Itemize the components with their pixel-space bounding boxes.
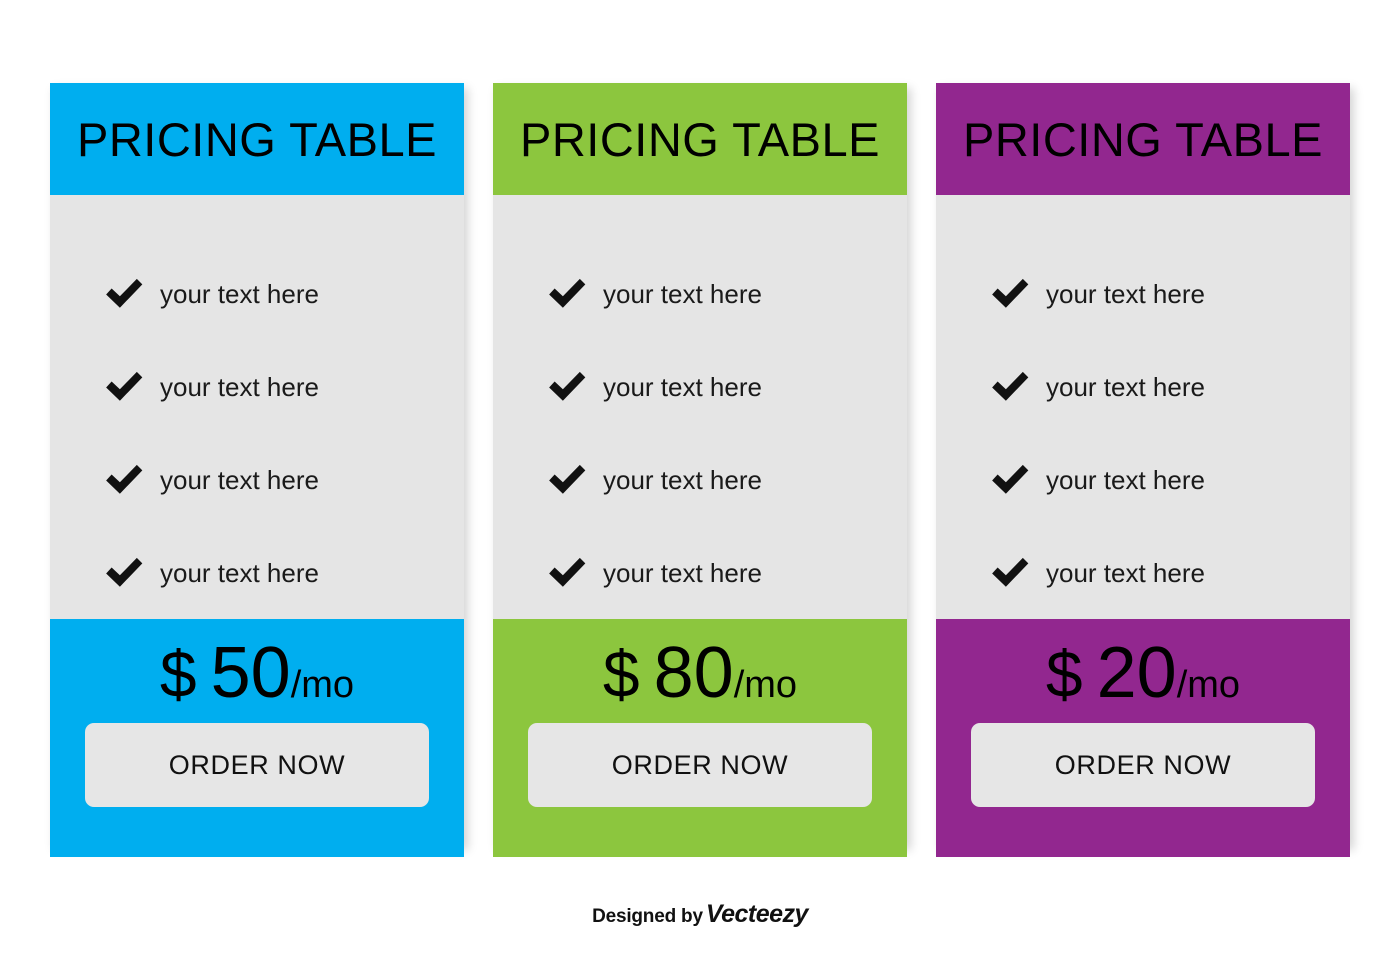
check-icon	[545, 272, 589, 316]
order-now-button[interactable]: ORDER NOW	[85, 723, 429, 807]
price-amount: 50	[210, 633, 291, 713]
check-icon	[988, 365, 1032, 409]
check-icon	[102, 551, 146, 595]
feature-label: your text here	[603, 557, 762, 588]
price-amount: 20	[1096, 633, 1177, 713]
feature-row: your text here	[936, 247, 1350, 340]
feature-label: your text here	[603, 371, 762, 402]
card-title: PRICING TABLE	[963, 112, 1323, 166]
feature-label: your text here	[603, 278, 762, 309]
card-purple: PRICING TABLE your text here your text her…	[936, 83, 1350, 857]
feature-row: your text here	[50, 526, 464, 619]
check-icon	[102, 272, 146, 316]
feature-label: your text here	[1046, 464, 1205, 495]
price-amount: 80	[653, 633, 734, 713]
feature-row: your text here	[936, 433, 1350, 526]
feature-row: your text here	[493, 433, 907, 526]
feature-row: your text here	[50, 340, 464, 433]
price-period: /mo	[1176, 664, 1241, 706]
check-icon	[988, 551, 1032, 595]
price: $80/mo	[603, 637, 797, 709]
feature-label: your text here	[603, 464, 762, 495]
card-green: PRICING TABLE your text here your text her…	[493, 83, 907, 857]
attribution-brand: Vecteezy	[705, 900, 809, 928]
card-header: PRICING TABLE	[493, 83, 907, 195]
price-currency: $	[159, 637, 197, 711]
pricing-cards-container: PRICING TABLE your text here your text her…	[50, 83, 1350, 857]
feature-row: your text here	[493, 340, 907, 433]
card-feature-list: your text here your text here your text he…	[493, 195, 907, 619]
feature-row: your text here	[936, 340, 1350, 433]
card-title: PRICING TABLE	[77, 112, 437, 166]
pricing-table-stage: PRICING TABLE your text here your text her…	[0, 0, 1400, 980]
price-period: /mo	[733, 664, 798, 706]
feature-label: your text here	[1046, 557, 1205, 588]
feature-row: your text here	[50, 247, 464, 340]
feature-label: your text here	[1046, 278, 1205, 309]
card-header: PRICING TABLE	[936, 83, 1350, 195]
check-icon	[102, 458, 146, 502]
feature-label: your text here	[160, 278, 319, 309]
feature-row: your text here	[936, 526, 1350, 619]
card-footer: $50/mo ORDER NOW	[50, 619, 464, 857]
check-icon	[988, 272, 1032, 316]
card-header: PRICING TABLE	[50, 83, 464, 195]
card-feature-list: your text here your text here your text he…	[50, 195, 464, 619]
price-currency: $	[1045, 637, 1083, 711]
check-icon	[545, 365, 589, 409]
check-icon	[545, 458, 589, 502]
card-footer: $80/mo ORDER NOW	[493, 619, 907, 857]
card-footer: $20/mo ORDER NOW	[936, 619, 1350, 857]
feature-label: your text here	[160, 371, 319, 402]
price: $50/mo	[160, 637, 354, 709]
price: $20/mo	[1046, 637, 1240, 709]
attribution: Designed by Vecteezy	[0, 900, 1400, 929]
check-icon	[102, 365, 146, 409]
check-icon	[988, 458, 1032, 502]
card-title: PRICING TABLE	[520, 112, 880, 166]
price-period: /mo	[290, 664, 355, 706]
attribution-prefix: Designed by	[592, 906, 703, 927]
feature-row: your text here	[493, 247, 907, 340]
feature-row: your text here	[493, 526, 907, 619]
card-blue: PRICING TABLE your text here your text her…	[50, 83, 464, 857]
feature-label: your text here	[1046, 371, 1205, 402]
feature-label: your text here	[160, 464, 319, 495]
price-currency: $	[602, 637, 640, 711]
order-now-button[interactable]: ORDER NOW	[971, 723, 1315, 807]
feature-row: your text here	[50, 433, 464, 526]
order-now-button[interactable]: ORDER NOW	[528, 723, 872, 807]
card-feature-list: your text here your text here your text he…	[936, 195, 1350, 619]
check-icon	[545, 551, 589, 595]
feature-label: your text here	[160, 557, 319, 588]
